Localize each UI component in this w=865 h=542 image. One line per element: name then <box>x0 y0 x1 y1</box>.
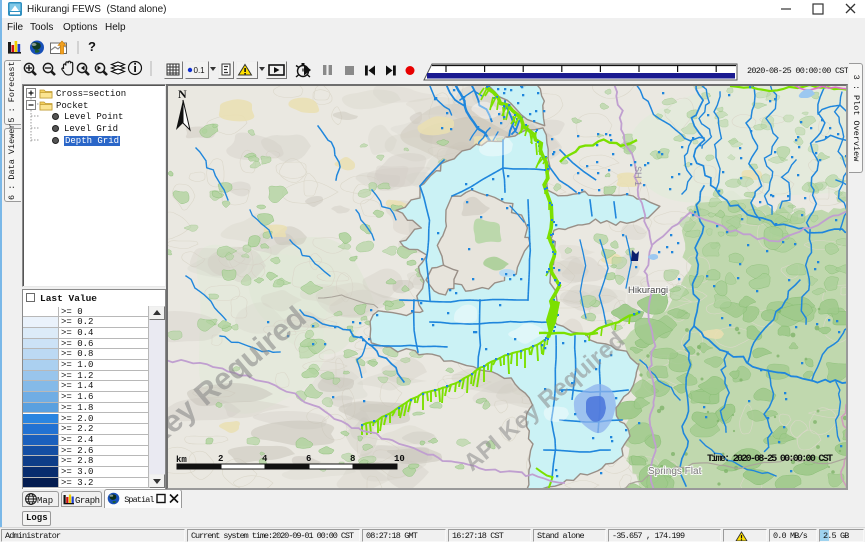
svg-text:2: 2 <box>218 454 223 464</box>
svg-text:N: N <box>178 87 187 101</box>
svg-text:0.1: 0.1 <box>194 66 206 75</box>
svg-text:10: 10 <box>394 454 405 464</box>
svg-text:Hikurangi: Hikurangi <box>628 285 668 296</box>
svg-text:Time: 2020-08-25 00:00:00 CST: Time: 2020-08-25 00:00:00 CST <box>707 453 833 465</box>
svg-text:Springs Flat: Springs Flat <box>648 466 702 477</box>
svg-text:6: 6 <box>306 454 311 464</box>
svg-text:8: 8 <box>350 454 355 464</box>
svg-text:4: 4 <box>262 454 268 464</box>
svg-text:SH 1: SH 1 <box>633 166 643 186</box>
